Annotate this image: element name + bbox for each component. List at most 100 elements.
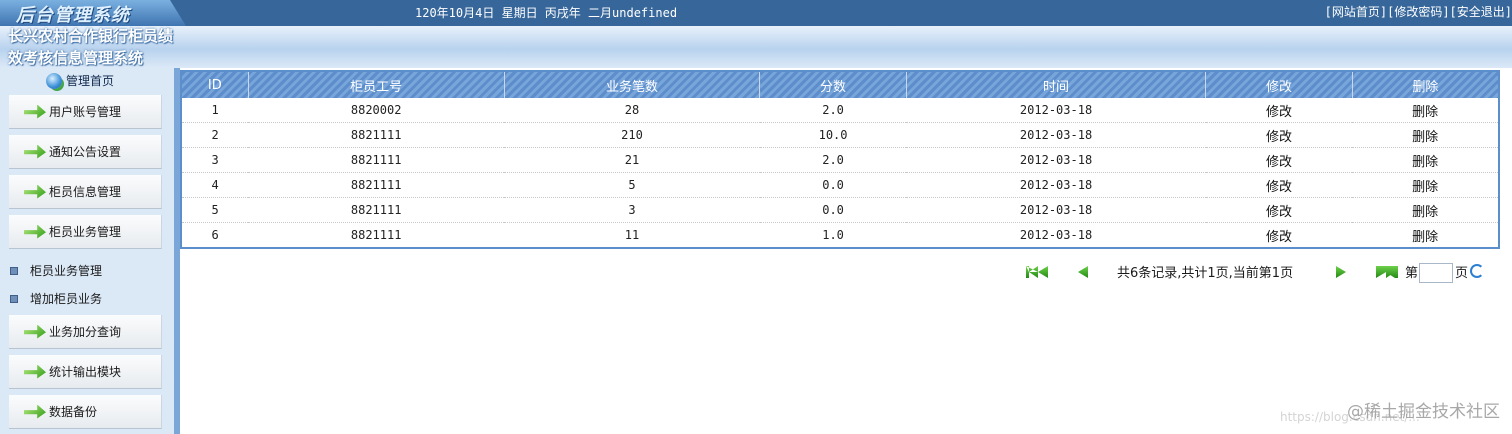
cell-score: 2.0 — [759, 147, 907, 173]
top-links: [网站首页][修改密码][安全退出] — [1325, 3, 1512, 20]
sub-item-teller-business[interactable]: 柜员业务管理 — [10, 262, 102, 279]
green-arrow-icon — [24, 324, 46, 339]
table-row: 3 8821111 21 2.0 2012-03-18 修改 删除 — [181, 147, 1499, 173]
edit-link[interactable]: 修改 — [1205, 98, 1353, 123]
table-header-row: ID 柜员工号 业务笔数 分数 时间 修改 删除 — [181, 71, 1499, 98]
next-page-icon[interactable] — [1336, 266, 1346, 278]
menu-statistics-export[interactable]: 统计输出模块 — [9, 355, 162, 389]
cell-teller-no: 8821111 — [248, 122, 505, 148]
goto-prefix: 第 — [1405, 266, 1419, 281]
business-table: ID 柜员工号 业务笔数 分数 时间 修改 删除 1 8820002 28 2.… — [180, 70, 1500, 249]
menu-notice-settings[interactable]: 通知公告设置 — [9, 135, 162, 169]
cell-time: 2012-03-18 — [906, 222, 1206, 249]
menu-label: 业务加分查询 — [49, 325, 122, 339]
col-id: ID — [181, 71, 249, 98]
refresh-icon[interactable] — [1470, 264, 1484, 278]
delete-link[interactable]: 删除 — [1352, 197, 1499, 223]
cell-business-count: 3 — [504, 197, 760, 223]
table-row: 6 8821111 11 1.0 2012-03-18 修改 删除 — [181, 222, 1499, 249]
system-title: 长兴农村合作银行柜员绩效考核信息管理系统 — [8, 29, 174, 67]
col-edit: 修改 — [1205, 71, 1353, 98]
logo-text: 后台管理系统 — [16, 5, 130, 25]
delete-link[interactable]: 删除 — [1352, 98, 1499, 123]
watermark: @稀土掘金技术社区 — [1347, 402, 1500, 422]
cell-time: 2012-03-18 — [906, 197, 1206, 223]
delete-link[interactable]: 删除 — [1352, 172, 1499, 198]
site-home-link[interactable]: [网站首页] — [1325, 5, 1387, 19]
cell-time: 2012-03-18 — [906, 122, 1206, 148]
edit-link[interactable]: 修改 — [1205, 172, 1353, 198]
cell-score: 10.0 — [759, 122, 907, 148]
edit-link[interactable]: 修改 — [1205, 197, 1353, 223]
admin-home-link[interactable]: 管理首页 — [46, 72, 114, 89]
green-arrow-icon — [24, 404, 46, 419]
cell-id: 1 — [181, 98, 249, 123]
change-password-link[interactable]: [修改密码] — [1387, 5, 1449, 19]
cell-id: 4 — [181, 172, 249, 198]
cell-teller-no: 8821111 — [248, 147, 505, 173]
cell-id: 2 — [181, 122, 249, 148]
menu-teller-info[interactable]: 柜员信息管理 — [9, 175, 162, 209]
menu-bonus-query[interactable]: 业务加分查询 — [9, 315, 162, 349]
green-arrow-icon — [24, 224, 46, 239]
menu-data-backup[interactable]: 数据备份 — [9, 395, 162, 429]
edit-link[interactable]: 修改 — [1205, 147, 1353, 173]
green-arrow-icon — [24, 144, 46, 159]
last-page-icon[interactable] — [1376, 266, 1398, 278]
cell-business-count: 210 — [504, 122, 760, 148]
admin-home-label: 管理首页 — [66, 74, 115, 88]
table-row: 4 8821111 5 0.0 2012-03-18 修改 删除 — [181, 172, 1499, 198]
cell-score: 1.0 — [759, 222, 907, 249]
edit-link[interactable]: 修改 — [1205, 122, 1353, 148]
goto-suffix: 页 — [1455, 266, 1469, 281]
cell-time: 2012-03-18 — [906, 172, 1206, 198]
menu-label: 通知公告设置 — [49, 145, 122, 159]
menu-label: 统计输出模块 — [49, 365, 122, 379]
bullet-icon — [10, 294, 18, 303]
cell-id: 3 — [181, 147, 249, 173]
menu-label: 用户账号管理 — [49, 105, 122, 119]
col-teller-no: 柜员工号 — [247, 71, 505, 98]
pagination-summary: 共6条记录,共计1页,当前第1页 — [1117, 266, 1294, 281]
edit-link[interactable]: 修改 — [1205, 222, 1353, 249]
sub-item-label: 增加柜员业务 — [30, 292, 103, 306]
cell-teller-no: 8821111 — [248, 172, 505, 198]
page-number-input[interactable] — [1419, 263, 1453, 283]
banner — [0, 26, 1512, 68]
globe-icon — [46, 72, 62, 89]
col-time: 时间 — [905, 71, 1206, 98]
menu-label: 柜员信息管理 — [49, 185, 122, 199]
delete-link[interactable]: 删除 — [1352, 222, 1499, 249]
table-row: 1 8820002 28 2.0 2012-03-18 修改 删除 — [181, 98, 1499, 123]
menu-label: 柜员业务管理 — [49, 225, 122, 239]
first-page-icon[interactable] — [1026, 266, 1048, 278]
prev-page-icon[interactable] — [1078, 266, 1088, 278]
delete-link[interactable]: 删除 — [1352, 122, 1499, 148]
table-row: 5 8821111 3 0.0 2012-03-18 修改 删除 — [181, 197, 1499, 223]
cell-score: 0.0 — [759, 172, 907, 198]
cell-business-count: 11 — [504, 222, 760, 249]
col-score: 分数 — [759, 71, 907, 98]
date-display: 120年10月4日 星期日 丙戌年 二月undefined — [415, 6, 678, 20]
green-arrow-icon — [24, 184, 46, 199]
cell-business-count: 21 — [504, 147, 760, 173]
sub-item-add-business[interactable]: 增加柜员业务 — [10, 290, 102, 307]
cell-teller-no: 8821111 — [248, 222, 505, 249]
cell-score: 0.0 — [759, 197, 907, 223]
col-delete: 删除 — [1351, 71, 1499, 98]
sub-item-label: 柜员业务管理 — [30, 264, 103, 278]
bullet-icon — [10, 266, 18, 275]
cell-business-count: 28 — [504, 98, 760, 123]
cell-id: 6 — [181, 222, 249, 249]
cell-time: 2012-03-18 — [906, 147, 1206, 173]
delete-link[interactable]: 删除 — [1352, 147, 1499, 173]
menu-label: 数据备份 — [49, 405, 98, 419]
cell-business-count: 5 — [504, 172, 760, 198]
menu-user-accounts[interactable]: 用户账号管理 — [9, 95, 162, 129]
cell-teller-no: 8821111 — [248, 197, 505, 223]
logout-link[interactable]: [安全退出] — [1450, 5, 1512, 19]
cell-time: 2012-03-18 — [906, 98, 1206, 123]
top-bar: 后台管理系统 120年10月4日 星期日 丙戌年 二月undefined [网站… — [0, 0, 1512, 26]
menu-teller-business[interactable]: 柜员业务管理 — [9, 215, 162, 249]
green-arrow-icon — [24, 104, 46, 119]
